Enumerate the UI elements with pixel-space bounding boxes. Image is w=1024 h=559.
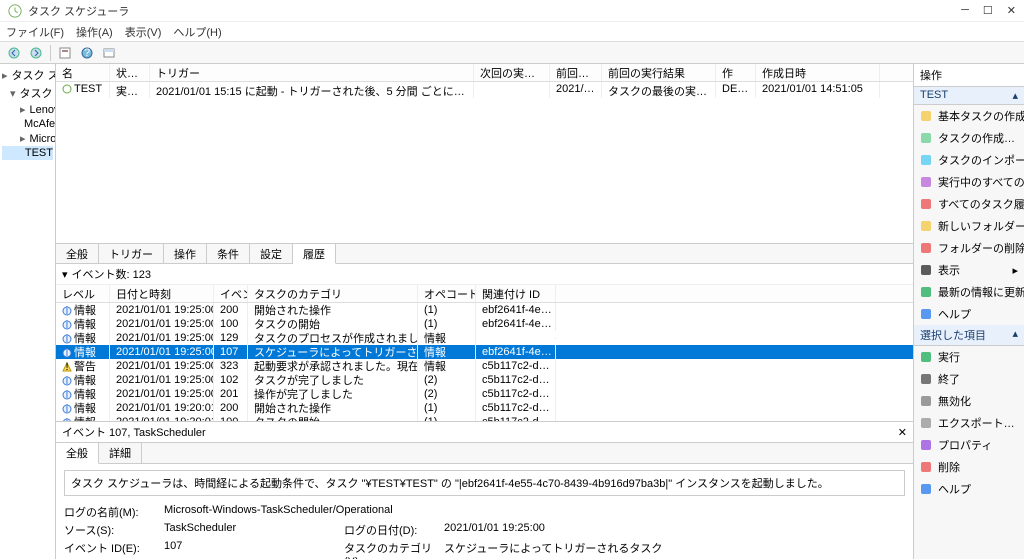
event-detail-close-icon[interactable]: ✕ — [898, 426, 907, 439]
event-row[interactable]: i情報2021/01/01 19:25:00100タスクの開始(1)ebf264… — [56, 317, 913, 331]
tab-settings[interactable]: 設定 — [250, 244, 293, 263]
nav-back-button[interactable] — [4, 44, 24, 62]
menu-action[interactable]: 操作(A) — [76, 24, 113, 40]
event-row[interactable]: i情報2021/01/01 19:25:00129タスクのプロセスが作成されまし… — [56, 331, 913, 345]
action-item[interactable]: フォルダーの削除 — [914, 237, 1024, 259]
tree-node-test[interactable]: TEST — [2, 146, 53, 160]
toolbar-extra-button[interactable] — [99, 44, 119, 62]
tab-general[interactable]: 全般 — [56, 244, 99, 263]
actions-pane: 操作 TEST▴ 基本タスクの作成…タスクの作成…タスクのインポート…実行中のす… — [914, 64, 1024, 559]
event-count: イベント数: 123 — [72, 266, 151, 282]
task-row[interactable]: TEST 実行中 2021/01/01 15:15 に起動 - トリガーされた後… — [56, 82, 913, 98]
tree-root[interactable]: ▸タスク スケジューラ — [2, 66, 53, 84]
eventid-label: イベント ID(E): — [64, 540, 154, 559]
source-value: TaskScheduler — [164, 522, 334, 538]
app-icon — [8, 4, 22, 18]
actions-title: 操作 — [914, 64, 1024, 87]
menu-file[interactable]: ファイル(F) — [6, 24, 64, 40]
detail-tabs: 全般 トリガー 操作 条件 設定 履歴 — [56, 244, 913, 264]
tab-triggers[interactable]: トリガー — [99, 244, 164, 263]
action-item[interactable]: 無効化 — [914, 390, 1024, 412]
event-row[interactable]: !警告2021/01/01 19:25:00323起動要求が承認されました。現在… — [56, 359, 913, 373]
event-message: タスク スケジューラは、時間経による起動条件で、タスク "¥TEST¥TEST"… — [64, 470, 905, 496]
menu-help[interactable]: ヘルプ(H) — [173, 24, 221, 40]
window-title: タスク スケジューラ — [28, 3, 961, 19]
action-item[interactable]: 削除 — [914, 456, 1024, 478]
tab-history[interactable]: 履歴 — [293, 244, 336, 264]
event-detail: イベント 107, TaskScheduler ✕ 全般 詳細 タスク スケジュ… — [56, 421, 913, 559]
maximize-button[interactable]: ☐ — [983, 4, 993, 17]
event-list: ▾ イベント数: 123 レベル 日付と時刻 イベン… タスクのカテゴリ オペコー… — [56, 264, 913, 421]
menubar: ファイル(F) 操作(A) 表示(V) ヘルプ(H) — [0, 22, 1024, 42]
tab-conditions[interactable]: 条件 — [207, 244, 250, 263]
minimize-button[interactable]: ─ — [961, 4, 969, 17]
eventid-value: 107 — [164, 540, 334, 559]
tree-node-lenovo[interactable]: ▸Lenovo — [2, 102, 53, 117]
collapse-icon[interactable]: ▴ — [1012, 327, 1018, 343]
action-item[interactable]: 実行中のすべてのタスクの表示 — [914, 171, 1024, 193]
action-item[interactable]: すべてのタスク履歴を無効にする — [914, 193, 1024, 215]
source-label: ソース(S): — [64, 522, 154, 538]
close-button[interactable]: ✕ — [1007, 4, 1016, 17]
titlebar: タスク スケジューラ ─ ☐ ✕ — [0, 0, 1024, 22]
action-item[interactable]: ヘルプ — [914, 303, 1024, 325]
action-item[interactable]: 終了 — [914, 368, 1024, 390]
event-row[interactable]: i情報2021/01/01 19:25:00200開始された操作(1)ebf26… — [56, 303, 913, 317]
collapse-icon[interactable]: ▴ — [1012, 89, 1018, 102]
action-item[interactable]: ヘルプ — [914, 478, 1024, 500]
action-item[interactable]: 新しいフォルダー… — [914, 215, 1024, 237]
actions-group-test: TEST▴ — [914, 87, 1024, 105]
logname-label: ログの名前(M): — [64, 504, 154, 520]
task-list-header[interactable]: 名 状… トリガー 次回の実行時刻 前回の実行… 前回の実行結果 作 作成日時 — [56, 64, 913, 82]
nav-tree[interactable]: ▸タスク スケジューラ ▾タスク スケジュ… ▸Lenovo McAfee ▸M… — [0, 64, 56, 559]
action-item[interactable]: 最新の情報に更新 — [914, 281, 1024, 303]
nav-fwd-button[interactable] — [26, 44, 46, 62]
logdate-value: 2021/01/01 19:25:00 — [444, 522, 905, 538]
toolbar-help-button[interactable]: ? — [77, 44, 97, 62]
event-row[interactable]: i情報2021/01/01 19:25:00201操作が完了しました(2)c5b… — [56, 387, 913, 401]
event-list-header[interactable]: レベル 日付と時刻 イベン… タスクのカテゴリ オペコード 関連付け ID — [56, 285, 913, 303]
action-item[interactable]: タスクの作成… — [914, 127, 1024, 149]
action-item[interactable]: タスクのインポート… — [914, 149, 1024, 171]
tree-node-mcafee[interactable]: McAfee — [2, 117, 53, 131]
event-row[interactable]: i情報2021/01/01 19:25:00107スケジューラによってトリガーさ… — [56, 345, 913, 359]
toolbar: ? — [0, 42, 1024, 64]
event-detail-title: イベント 107, TaskScheduler — [62, 424, 206, 440]
tab-actions[interactable]: 操作 — [164, 244, 207, 263]
action-item[interactable]: エクスポート… — [914, 412, 1024, 434]
event-row[interactable]: i情報2021/01/01 19:20:01200開始された操作(1)c5b11… — [56, 401, 913, 415]
action-item[interactable]: 表示▸ — [914, 259, 1024, 281]
task-list: 名 状… トリガー 次回の実行時刻 前回の実行… 前回の実行結果 作 作成日時 … — [56, 64, 913, 244]
action-item[interactable]: 基本タスクの作成… — [914, 105, 1024, 127]
collapse-icon[interactable]: ▾ — [62, 268, 68, 281]
menu-view[interactable]: 表示(V) — [125, 24, 162, 40]
action-item[interactable]: 実行 — [914, 346, 1024, 368]
detail-tab-details[interactable]: 詳細 — [99, 443, 142, 463]
actions-group-selected: 選択した項目▴ — [914, 325, 1024, 346]
event-row[interactable]: i情報2021/01/01 19:25:00102タスクが完了しました(2)c5… — [56, 373, 913, 387]
logdate-label: ログの日付(D): — [344, 522, 434, 538]
category-value: スケジューラによってトリガーされるタスク — [444, 540, 905, 559]
toolbar-run-button[interactable] — [55, 44, 75, 62]
detail-tab-general[interactable]: 全般 — [56, 443, 99, 464]
logname-value: Microsoft-Windows-TaskScheduler/Operatio… — [164, 504, 905, 520]
tree-library[interactable]: ▾タスク スケジュ… — [2, 84, 53, 102]
action-item[interactable]: プロパティ — [914, 434, 1024, 456]
category-label: タスクのカテゴリ(Y): — [344, 540, 434, 559]
svg-text:?: ? — [84, 47, 90, 59]
tree-node-microsoft[interactable]: ▸Microsoft — [2, 131, 53, 146]
